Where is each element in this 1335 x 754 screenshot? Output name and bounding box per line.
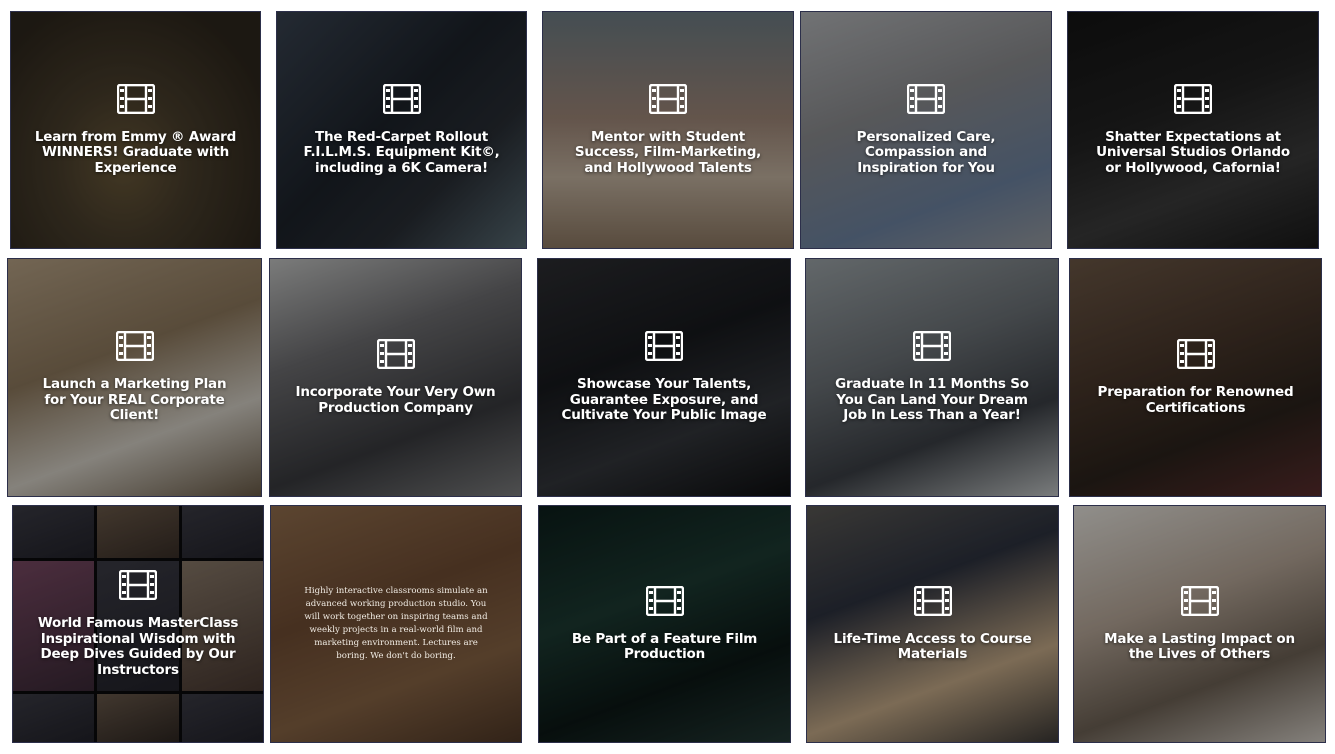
film-strip-icon <box>913 331 951 362</box>
feature-tile-showcase-talents[interactable]: Showcase Your Talents, Guarantee Exposur… <box>537 258 791 497</box>
film-strip-icon <box>913 585 952 616</box>
tile-content: Preparation for Renowned Certifications <box>1070 259 1321 496</box>
tile-content: Graduate In 11 Months So You Can Land Yo… <box>806 259 1058 496</box>
film-strip-icon <box>1180 585 1219 616</box>
tile-title: Launch a Marketing Plan for Your REAL Co… <box>42 376 227 424</box>
tile-content: Personalized Care, Compassion and Inspir… <box>801 12 1051 248</box>
feature-tile-lifetime-access[interactable]: Life-Time Access to Course Materials <box>806 505 1059 743</box>
film-strip-icon <box>1174 83 1212 114</box>
feature-tile-graduate-11-months[interactable]: Graduate In 11 Months So You Can Land Yo… <box>805 258 1059 497</box>
tile-title: Personalized Care, Compassion and Inspir… <box>856 128 996 176</box>
tile-content: Showcase Your Talents, Guarantee Exposur… <box>538 259 790 496</box>
film-strip-icon <box>645 331 683 362</box>
feature-tile-emmy-winners[interactable]: Learn from Emmy ® Award WINNERS! Graduat… <box>10 11 261 249</box>
film-strip-icon <box>116 83 155 114</box>
tile-content: Learn from Emmy ® Award WINNERS! Graduat… <box>11 12 260 248</box>
tile-title: World Famous MasterClass Inspirational W… <box>37 615 239 678</box>
feature-tile-certifications[interactable]: Preparation for Renowned Certifications <box>1069 258 1322 497</box>
tile-content: Mentor with Student Success, Film-Market… <box>543 12 793 248</box>
tile-content: Highly interactive classrooms simulate a… <box>271 506 521 742</box>
film-strip-icon <box>649 83 687 114</box>
tile-content: The Red-Carpet Rollout F.I.L.M.S. Equipm… <box>277 12 526 248</box>
film-strip-icon <box>1176 339 1215 369</box>
feature-tile-production-company[interactable]: Incorporate Your Very Own Production Com… <box>269 258 522 497</box>
feature-tile-mentor[interactable]: Mentor with Student Success, Film-Market… <box>542 11 794 249</box>
feature-tile-interactive-classrooms[interactable]: Highly interactive classrooms simulate a… <box>270 505 522 743</box>
feature-tile-masterclass[interactable]: World Famous MasterClass Inspirational W… <box>12 505 264 743</box>
feature-tile-equipment-kit[interactable]: The Red-Carpet Rollout F.I.L.M.S. Equipm… <box>276 11 527 249</box>
tile-title: Graduate In 11 Months So You Can Land Yo… <box>835 376 1029 424</box>
tile-content: Life-Time Access to Course Materials <box>807 506 1058 742</box>
tile-content: Shatter Expectations at Universal Studio… <box>1068 12 1318 248</box>
feature-tile-universal-studios[interactable]: Shatter Expectations at Universal Studio… <box>1067 11 1319 249</box>
feature-tile-marketing-plan[interactable]: Launch a Marketing Plan for Your REAL Co… <box>7 258 262 497</box>
film-strip-icon <box>645 585 684 616</box>
tile-title: Preparation for Renowned Certifications <box>1097 384 1294 416</box>
tile-content: World Famous MasterClass Inspirational W… <box>13 506 263 742</box>
tile-content: Make a Lasting Impact on the Lives of Ot… <box>1074 506 1325 742</box>
tile-title: The Red-Carpet Rollout F.I.L.M.S. Equipm… <box>303 128 500 176</box>
feature-tile-lasting-impact[interactable]: Make a Lasting Impact on the Lives of Ot… <box>1073 505 1326 743</box>
tile-title: Learn from Emmy ® Award WINNERS! Graduat… <box>34 128 237 176</box>
film-strip-icon <box>382 83 421 114</box>
feature-tile-feature-film[interactable]: Be Part of a Feature Film Production <box>538 505 791 743</box>
tile-title: Incorporate Your Very Own Production Com… <box>295 384 496 416</box>
tile-title: Life-Time Access to Course Materials <box>833 630 1032 662</box>
tile-content: Be Part of a Feature Film Production <box>539 506 790 742</box>
feature-tile-personalized-care[interactable]: Personalized Care, Compassion and Inspir… <box>800 11 1052 249</box>
tile-title: Mentor with Student Success, Film-Market… <box>574 128 762 176</box>
tile-content: Incorporate Your Very Own Production Com… <box>270 259 521 496</box>
tile-title: Shatter Expectations at Universal Studio… <box>1096 128 1290 176</box>
tile-description: Highly interactive classrooms simulate a… <box>304 586 488 661</box>
film-strip-icon <box>115 331 154 362</box>
film-strip-icon <box>376 339 415 369</box>
tile-content: Launch a Marketing Plan for Your REAL Co… <box>8 259 261 496</box>
tile-title: Showcase Your Talents, Guarantee Exposur… <box>561 376 767 424</box>
film-strip-icon <box>907 83 945 114</box>
tile-title: Make a Lasting Impact on the Lives of Ot… <box>1104 630 1295 662</box>
film-strip-icon <box>119 570 157 600</box>
tile-title: Be Part of a Feature Film Production <box>571 630 758 662</box>
